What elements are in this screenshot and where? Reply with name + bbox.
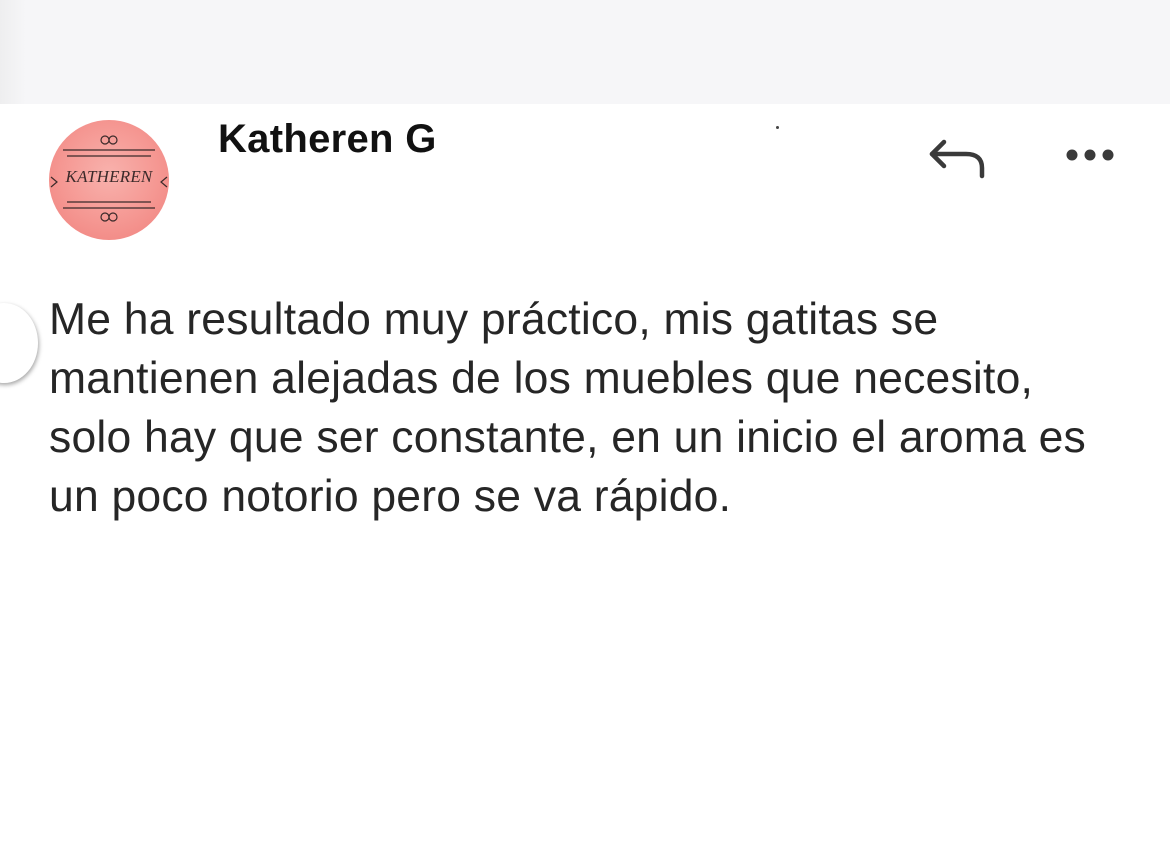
review-message: Me ha resultado muy práctico, mis gatita… <box>49 295 1086 521</box>
reply-arrow-icon[interactable] <box>926 132 990 182</box>
more-horizontal-dots-icon[interactable] <box>1060 143 1120 167</box>
speck <box>776 126 779 129</box>
author-name[interactable]: Katheren G <box>218 117 437 162</box>
avatar-label: KATHEREN <box>65 167 153 186</box>
avatar[interactable]: KATHEREN <box>49 120 169 240</box>
